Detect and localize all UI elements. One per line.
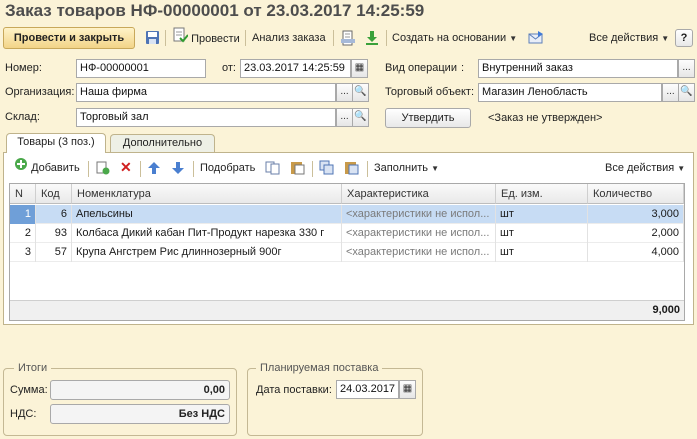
search-icon[interactable]: 🔍 [352, 83, 369, 102]
select-icon[interactable]: ... [678, 59, 695, 78]
help-button[interactable]: ? [675, 29, 693, 47]
row-name: Крупа Ангстрем Рис длиннозерный 900г [72, 243, 342, 262]
move-up-icon[interactable] [147, 161, 161, 175]
column-header-code[interactable]: Код [36, 184, 72, 204]
row-characteristic: <характеристики не испол... [342, 224, 496, 243]
table-row[interactable]: 1 6 Апельсины <характеристики не испол..… [10, 205, 684, 224]
row-unit: шт [496, 224, 588, 243]
copy-rows-icon[interactable] [319, 160, 335, 175]
row-code: 6 [36, 205, 72, 224]
chevron-down-icon: ▼ [677, 164, 686, 173]
date-label: от: [222, 62, 236, 74]
calendar-icon[interactable]: ▦ [351, 59, 368, 78]
row-quantity: 3,000 [588, 205, 684, 224]
column-header-name[interactable]: Номенклатура [72, 184, 342, 204]
row-unit: шт [496, 205, 588, 224]
table-footer: 9,000 [10, 300, 684, 320]
search-icon[interactable]: 🔍 [352, 108, 369, 127]
copy-row-icon[interactable] [96, 161, 110, 175]
approval-status: <Заказ не утвержден> [488, 112, 603, 124]
select-icon[interactable]: ... [662, 83, 679, 102]
operation-field[interactable]: Внутренний заказ [478, 59, 678, 78]
paste-icon[interactable] [290, 160, 306, 175]
goods-table[interactable]: N Код Номенклатура Характеристика Ед. из… [9, 183, 685, 321]
row-name: Колбаса Дикий кабан Пит-Продукт нарезка … [72, 224, 342, 243]
trade-object-label: Торговый объект: [385, 86, 475, 98]
send-email-icon[interactable] [528, 30, 544, 46]
trade-object-field[interactable]: Магазин Ленобласть [478, 83, 662, 102]
save-icon[interactable] [145, 30, 160, 45]
row-quantity: 2,000 [588, 224, 684, 243]
vat-label: НДС: [10, 408, 37, 420]
fill-menu[interactable]: Заполнить ▼ [374, 157, 439, 179]
warehouse-field[interactable]: Торговый зал [76, 108, 336, 127]
column-header-quantity[interactable]: Количество [588, 184, 684, 204]
operation-label: Вид операции [385, 62, 457, 74]
post-and-close-button[interactable]: Провести и закрыть [3, 27, 135, 49]
select-icon[interactable]: ... [336, 108, 353, 127]
table-all-actions-menu[interactable]: Все действия ▼ [605, 157, 685, 179]
tab-additional[interactable]: Дополнительно [110, 134, 215, 152]
select-icon[interactable]: ... [336, 83, 353, 102]
pick-button[interactable]: Подобрать [200, 157, 255, 179]
number-label: Номер: [5, 62, 42, 74]
operation-colon: : [461, 62, 465, 74]
column-header-characteristic[interactable]: Характеристика [342, 184, 496, 204]
column-header-n[interactable]: N [10, 184, 36, 204]
date-field[interactable]: 23.03.2017 14:25:59 [240, 59, 351, 78]
table-row[interactable]: 3 57 Крупа Ангстрем Рис длиннозерный 900… [10, 243, 684, 262]
delivery-date-label: Дата поставки: [256, 384, 332, 396]
help-icon: ? [680, 32, 688, 44]
download-icon[interactable] [364, 30, 380, 46]
post-icon [172, 27, 189, 51]
total-quantity: 9,000 [652, 304, 680, 316]
delete-icon[interactable]: ✕ [120, 160, 134, 174]
copy-icon[interactable] [265, 161, 281, 175]
delivery-date-field[interactable]: 24.03.2017 [336, 380, 399, 399]
calendar-icon[interactable]: ▦ [399, 380, 416, 399]
totals-group [3, 368, 237, 436]
column-header-unit[interactable]: Ед. изм. [496, 184, 588, 204]
all-actions-menu[interactable]: Все действия ▼ [589, 27, 669, 49]
totals-group-title: Итоги [14, 361, 52, 375]
chevron-down-icon: ▼ [509, 34, 518, 43]
row-code: 57 [36, 243, 72, 262]
organization-label: Организация: [5, 86, 75, 98]
add-icon [14, 157, 28, 179]
warehouse-label: Склад: [5, 111, 40, 123]
vat-field: Без НДС [50, 404, 230, 424]
chevron-down-icon: ▼ [661, 34, 670, 43]
search-icon[interactable]: 🔍 [678, 83, 695, 102]
post-button[interactable]: Провести [172, 27, 240, 49]
page-title: Заказ товаров НФ-00000001 от 23.03.2017 … [5, 1, 425, 20]
row-unit: шт [496, 243, 588, 262]
paste-rows-icon[interactable] [344, 160, 360, 175]
row-quantity: 4,000 [588, 243, 684, 262]
sum-label: Сумма: [10, 384, 48, 396]
number-field[interactable]: НФ-00000001 [76, 59, 206, 78]
delivery-group-title: Планируемая поставка [256, 361, 383, 375]
add-button[interactable]: Добавить [14, 157, 80, 179]
table-row[interactable]: 2 93 Колбаса Дикий кабан Пит-Продукт нар… [10, 224, 684, 243]
organization-field[interactable]: Наша фирма [76, 83, 336, 102]
approve-button[interactable]: Утвердить [385, 108, 471, 128]
row-characteristic: <характеристики не испол... [342, 205, 496, 224]
row-number: 3 [10, 243, 36, 262]
row-characteristic: <характеристики не испол... [342, 243, 496, 262]
tab-goods[interactable]: Товары (3 поз.) [6, 133, 106, 153]
order-analysis-button[interactable]: Анализ заказа [252, 27, 326, 49]
row-number: 2 [10, 224, 36, 243]
print-icon[interactable] [340, 30, 356, 46]
move-down-icon[interactable] [171, 161, 185, 175]
row-name: Апельсины [72, 205, 342, 224]
create-based-on-menu[interactable]: Создать на основании ▼ [392, 27, 517, 49]
row-code: 93 [36, 224, 72, 243]
sum-field: 0,00 [50, 380, 230, 400]
chevron-down-icon: ▼ [431, 164, 439, 173]
row-number: 1 [10, 205, 36, 224]
delivery-group [247, 368, 423, 436]
